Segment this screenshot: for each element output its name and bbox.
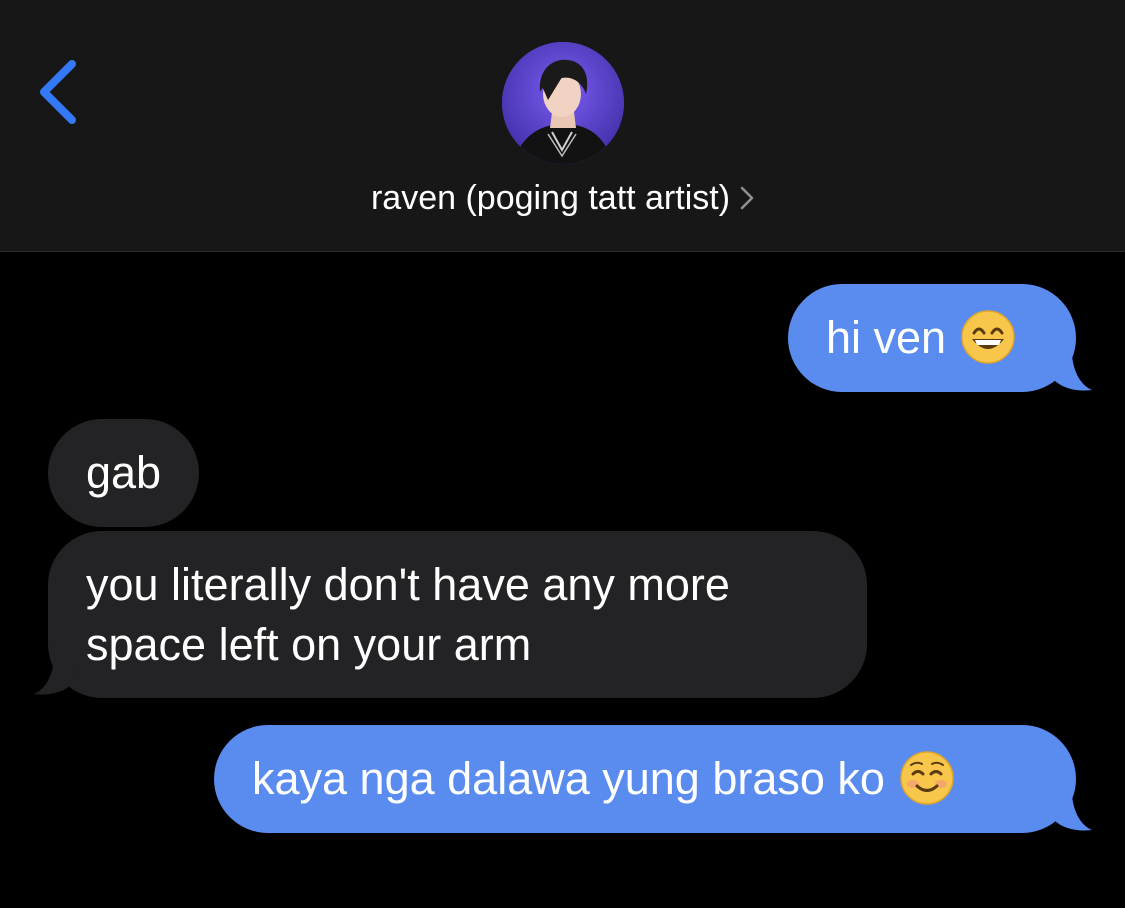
bubble-tail [34, 660, 76, 695]
message-bubble-sent[interactable]: kaya nga dalawa yung braso ko [214, 725, 1076, 833]
message-bubble-sent[interactable]: hi ven [788, 284, 1076, 392]
message-text-line: you literally don't have any more [86, 559, 730, 610]
avatar-photo [502, 42, 624, 164]
smiling-face-icon [900, 751, 954, 805]
conversation-header: raven (poging tatt artist) [0, 0, 1125, 252]
message-text-line: space left on your arm [86, 619, 532, 670]
bubble-tail [1050, 356, 1092, 391]
grinning-face-with-smiling-eyes-icon [961, 310, 1015, 364]
message-text: kaya nga dalawa yung braso ko [252, 753, 885, 804]
chevron-right-icon [740, 186, 754, 210]
message-bubble-received[interactable]: gab [48, 419, 200, 527]
bubble-tail [1050, 796, 1092, 831]
message-text: gab [86, 447, 162, 498]
contact-name: raven (poging tatt artist) [370, 179, 731, 217]
contact-name-button[interactable]: raven (poging tatt artist) [0, 176, 1125, 220]
avatar[interactable] [502, 42, 624, 164]
message-text: hi ven [826, 312, 947, 363]
back-button[interactable] [22, 50, 92, 134]
chevron-left-icon [40, 60, 76, 124]
message-bubble-received[interactable]: you literally don't have any more space … [48, 531, 867, 698]
